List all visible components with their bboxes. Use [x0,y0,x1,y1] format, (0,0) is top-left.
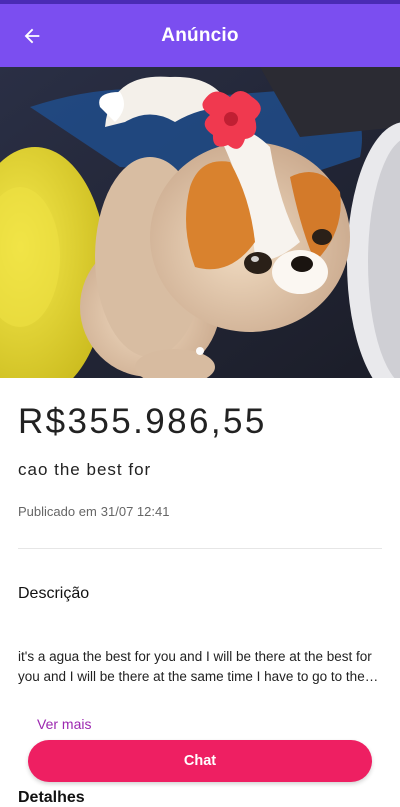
section-divider [18,548,382,549]
gallery-pagination [0,347,400,357]
app-bar: Anúncio [0,4,400,67]
image-gallery[interactable] [0,67,400,378]
published-label: Publicado em [18,504,97,519]
chat-button[interactable]: Chat [28,740,372,782]
description-heading: Descrição [18,585,90,602]
details-heading: Detalhes [18,789,85,806]
published-datetime: 31/07 12:41 [100,504,170,519]
page-title: Anúncio [161,24,239,46]
arrow-left-icon [24,28,40,44]
listing-photo[interactable] [0,67,400,378]
listing-price: R$355.986,55 [18,402,267,441]
pagination-dot-active[interactable] [196,347,204,355]
published-date: Publicado em 31/07 12:41 [18,504,169,519]
back-button[interactable] [18,22,46,50]
listing-title: cao the best for [18,460,152,479]
description-text: it's a agua the best for you and I will … [18,649,372,684]
see-more-link[interactable]: Ver mais [37,716,91,732]
